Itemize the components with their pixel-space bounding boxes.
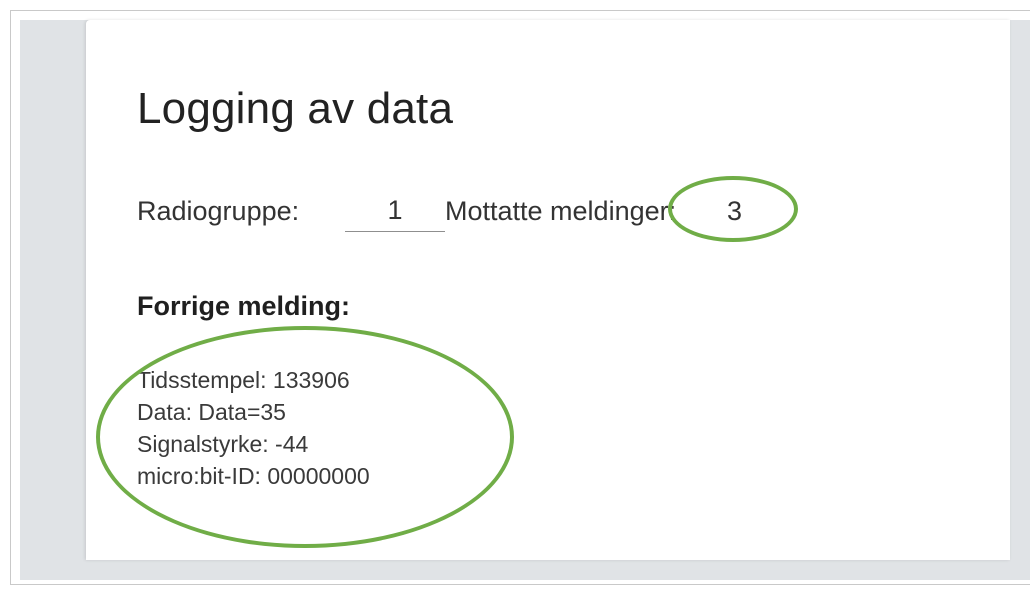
- timestamp-line: Tidsstempel: 133906: [137, 367, 350, 393]
- data-line: Data: Data=35: [137, 399, 286, 425]
- radio-group-label: Radiogruppe:: [137, 196, 300, 226]
- signal-strength-line: Signalstyrke: -44: [137, 431, 309, 457]
- page-title: Logging av data: [137, 84, 454, 133]
- received-messages-count: 3: [727, 196, 743, 226]
- previous-message-details: Tidsstempel: 133906 Data: Data=35 Signal…: [137, 364, 370, 492]
- received-messages-label: Mottatte meldinger:: [445, 196, 677, 226]
- radio-group-input[interactable]: [345, 190, 445, 232]
- previous-message-heading: Forrige melding:: [137, 291, 351, 321]
- microbit-id-line: micro:bit-ID: 00000000: [137, 463, 370, 489]
